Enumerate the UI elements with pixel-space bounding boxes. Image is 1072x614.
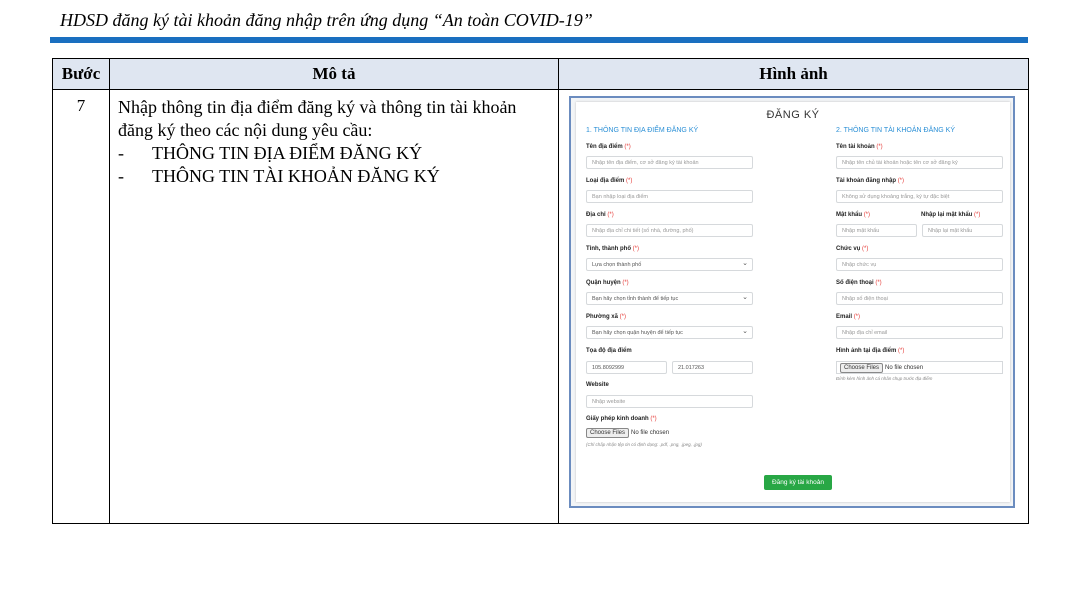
registration-form-screenshot: ĐĂNG KÝ 1. THÔNG TIN ĐỊA ĐIỂM ĐĂNG KÝ 2.… <box>569 96 1015 508</box>
label-phuong-xa: Phường xã (*) <box>586 314 626 320</box>
choose-files-button[interactable]: Choose Files <box>586 428 630 438</box>
step-number: 7 <box>52 89 110 524</box>
label-nhap-lai-mat-khau: Nhập lại mật khẩu (*) <box>921 212 981 218</box>
label-website: Website <box>586 382 609 388</box>
section-account-title: 2. THÔNG TIN TÀI KHOẢN ĐĂNG KÝ <box>836 127 956 134</box>
register-account-button[interactable]: Đăng ký tài khoản <box>764 475 832 490</box>
giay-phep-file-input[interactable]: Choose Files No file chosen <box>586 428 669 438</box>
quan-huyen-select[interactable]: Bạn hãy chọn tỉnh thành để tiếp tục <box>586 292 753 305</box>
label-so-dien-thoai: Số điện thoại (*) <box>836 280 882 286</box>
hinh-anh-hint: Đính kèm hình ảnh cá nhân chụp trước địa… <box>836 376 933 381</box>
website-input[interactable]: Nhập website <box>586 395 753 408</box>
email-input[interactable]: Nhập địa chỉ email <box>836 326 1003 339</box>
ten-tai-khoan-input[interactable]: Nhập tên chủ tài khoản hoặc tên cơ sở đă… <box>836 156 1003 169</box>
label-ten-dia-diem: Tên địa điểm (*) <box>586 144 631 150</box>
latitude-input[interactable]: 21.017263 <box>672 361 753 374</box>
instruction-table: Bước Mô tả Hình ảnh 7 Nhập thông tin địa… <box>52 58 1029 524</box>
label-hinh-anh: Hình ảnh tại địa điểm (*) <box>836 348 905 354</box>
step-image-cell: ĐĂNG KÝ 1. THÔNG TIN ĐỊA ĐIỂM ĐĂNG KÝ 2.… <box>558 89 1029 524</box>
bullet-list: THÔNG TIN ĐỊA ĐIỂM ĐĂNG KÝ THÔNG TIN TÀI… <box>118 142 550 188</box>
step-description: Nhập thông tin địa điểm đăng ký và thông… <box>109 89 559 524</box>
label-dia-chi: Địa chỉ (*) <box>586 212 614 218</box>
file-status: No file chosen <box>885 365 924 371</box>
choose-files-button[interactable]: Choose Files <box>840 363 884 373</box>
label-giay-phep: Giấy phép kinh doanh (*) <box>586 416 657 422</box>
nhap-lai-mat-khau-input[interactable]: Nhập lại mật khẩu <box>922 224 1003 237</box>
registration-form-card: ĐĂNG KÝ 1. THÔNG TIN ĐỊA ĐIỂM ĐĂNG KÝ 2.… <box>576 102 1010 502</box>
label-chuc-vu: Chức vụ (*) <box>836 246 869 252</box>
giay-phep-hint: (Chỉ chấp nhận tệp tin có định dạng: .pd… <box>586 442 702 447</box>
file-status: No file chosen <box>631 430 670 436</box>
table-header-row: Bước Mô tả Hình ảnh <box>52 58 1029 90</box>
header-divider <box>50 37 1028 43</box>
form-title: ĐĂNG KÝ <box>766 109 820 121</box>
loai-dia-diem-input[interactable]: Bạn nhập loại địa điểm <box>586 190 753 203</box>
description-text: Nhập thông tin địa điểm đăng ký và thông… <box>118 97 517 140</box>
label-mat-khau: Mật khẩu (*) <box>836 212 871 218</box>
hinh-anh-file-input[interactable]: Choose Files No file chosen <box>836 361 1003 374</box>
bullet-item: THÔNG TIN TÀI KHOẢN ĐĂNG KÝ <box>118 165 550 188</box>
chuc-vu-input[interactable]: Nhập chức vụ <box>836 258 1003 271</box>
label-loai-dia-diem: Loại địa điểm (*) <box>586 178 633 184</box>
so-dien-thoai-input[interactable]: Nhập số điện thoại <box>836 292 1003 305</box>
section-location-title: 1. THÔNG TIN ĐỊA ĐIỂM ĐĂNG KÝ <box>586 127 699 134</box>
tai-khoan-dang-nhap-input[interactable]: Không sử dụng khoảng trắng, ký tự đặc bi… <box>836 190 1003 203</box>
label-toa-do: Tọa độ địa điểm <box>586 348 632 354</box>
table-row: 7 Nhập thông tin địa điểm đăng ký và thô… <box>52 89 1029 524</box>
header-step: Bước <box>52 58 110 90</box>
label-quan-huyen: Quận huyện (*) <box>586 280 629 286</box>
label-ten-tai-khoan: Tên tài khoản (*) <box>836 144 883 150</box>
tinh-thanh-select[interactable]: Lựa chọn thành phố <box>586 258 753 271</box>
mat-khau-input[interactable]: Nhập mật khẩu <box>836 224 917 237</box>
dia-chi-input[interactable]: Nhập địa chỉ chi tiết (số nhà, đường, ph… <box>586 224 753 237</box>
header-image: Hình ảnh <box>558 58 1029 90</box>
label-email: Email (*) <box>836 314 861 320</box>
longitude-input[interactable]: 105.8092999 <box>586 361 667 374</box>
header-description: Mô tả <box>109 58 559 90</box>
label-tinh-thanh: Tỉnh, thành phố (*) <box>586 246 640 252</box>
label-tai-khoan-dang-nhap: Tài khoản đăng nhập (*) <box>836 178 905 184</box>
phuong-xa-select[interactable]: Bạn hãy chọn quận huyện để tiếp tục <box>586 326 753 339</box>
document-header-title: HDSD đăng ký tài khoản đăng nhập trên ứn… <box>60 10 593 30</box>
bullet-item: THÔNG TIN ĐỊA ĐIỂM ĐĂNG KÝ <box>118 142 550 165</box>
ten-dia-diem-input[interactable]: Nhập tên địa điểm, cơ sở đăng ký tài kho… <box>586 156 753 169</box>
